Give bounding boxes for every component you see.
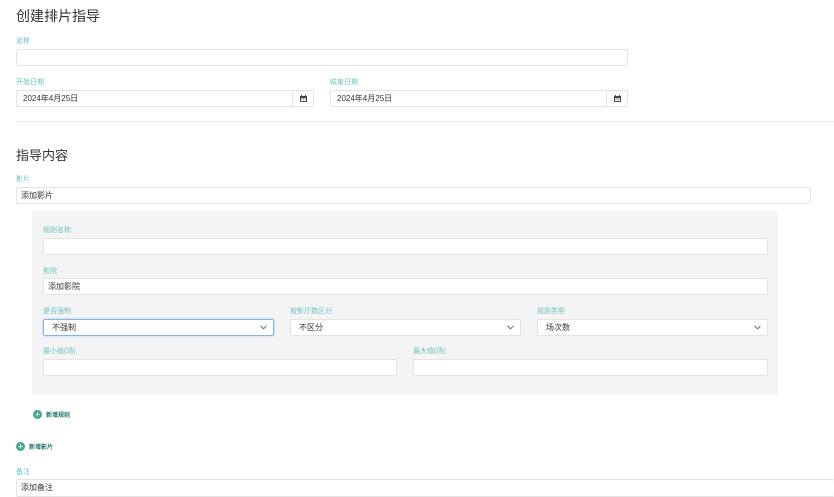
films-input[interactable]: 添加影片 — [16, 187, 811, 204]
plus-circle-icon: + — [33, 410, 42, 419]
start-date-calendar-button[interactable] — [292, 91, 313, 106]
force-select[interactable]: 不强制 — [43, 319, 274, 336]
start-date-input[interactable]: 2024年4月25日 — [16, 90, 314, 107]
remark-label: 备注 — [16, 469, 30, 476]
end-date-calendar-button[interactable] — [606, 91, 627, 106]
max-label: 最大值(场) — [413, 348, 446, 355]
split-select[interactable]: 不区分 — [290, 319, 521, 336]
chevron-down-icon — [507, 320, 514, 335]
rule-name-input[interactable] — [43, 238, 768, 255]
force-select-value: 不强制 — [52, 323, 76, 332]
min-input[interactable] — [43, 359, 397, 376]
end-date-label: 结束日期 — [330, 79, 358, 86]
chevron-down-icon — [754, 320, 761, 335]
rule-name-label: 规则名称 — [43, 227, 71, 234]
cinema-input[interactable]: 添加影院 — [43, 278, 768, 295]
calendar-icon — [299, 95, 307, 102]
type-select[interactable]: 场次数 — [537, 319, 768, 336]
start-date-label: 开始日期 — [16, 79, 44, 86]
start-date-value: 2024年4月25日 — [23, 94, 79, 103]
calendar-icon — [613, 95, 621, 102]
force-label: 是否强制 — [43, 308, 71, 315]
films-label: 影片 — [16, 176, 30, 183]
chevron-down-icon — [260, 320, 267, 335]
add-rule-button[interactable]: + 新增规则 — [33, 410, 70, 419]
split-select-value: 不区分 — [299, 323, 323, 332]
min-label: 最小值(场) — [43, 348, 76, 355]
max-input[interactable] — [413, 359, 768, 376]
type-select-value: 场次数 — [546, 323, 570, 332]
add-film-button[interactable]: + 新增影片 — [16, 442, 53, 451]
type-label: 规则类型 — [537, 308, 565, 315]
add-film-label: 新增影片 — [29, 445, 54, 451]
end-date-value: 2024年4月25日 — [337, 94, 393, 103]
end-date-input[interactable]: 2024年4月25日 — [330, 90, 628, 107]
cinema-label: 影院 — [43, 268, 57, 275]
page-title: 创建排片指导 — [16, 8, 100, 24]
name-input[interactable] — [16, 49, 628, 66]
add-rule-label: 新增规则 — [46, 413, 71, 419]
plus-circle-icon: + — [16, 442, 25, 451]
split-label: 按影厅数区分 — [290, 308, 332, 315]
section-divider — [16, 121, 834, 122]
remark-input[interactable]: 添加备注 — [16, 479, 834, 497]
name-label: 名称 — [16, 38, 30, 45]
section-title: 指导内容 — [16, 148, 69, 163]
